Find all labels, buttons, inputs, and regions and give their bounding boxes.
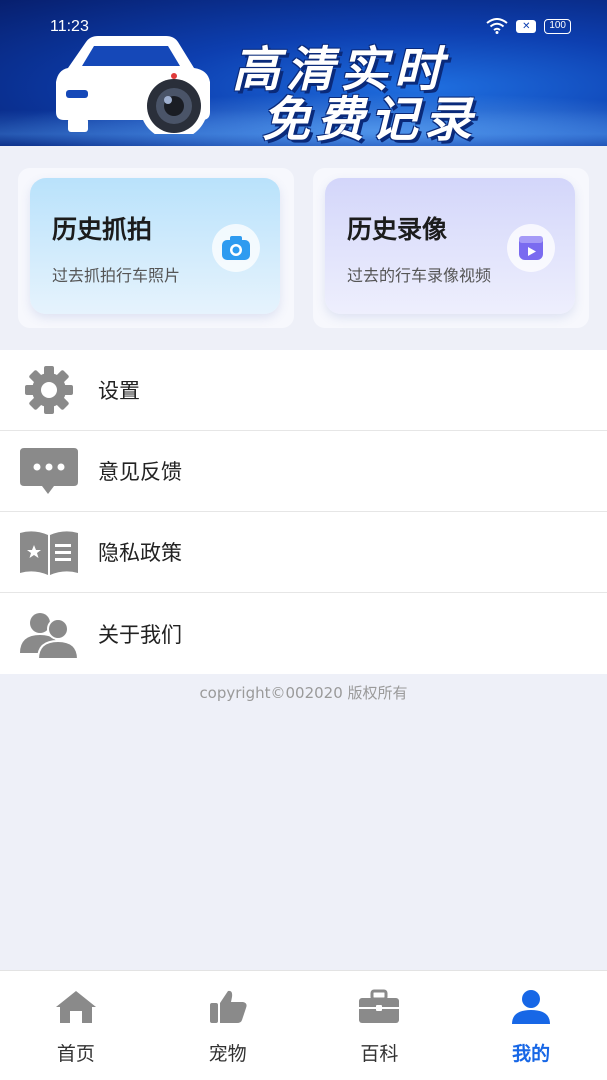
gear-icon <box>25 366 73 414</box>
camera-icon <box>222 236 250 260</box>
users-icon <box>20 612 80 659</box>
tab-label: 首页 <box>56 1043 95 1065</box>
menu-label: 关于我们 <box>98 622 182 647</box>
card-title: 历史抓拍 <box>52 215 153 244</box>
card-title: 历史录像 <box>347 215 448 244</box>
bottom-tab-bar: 首页 宠物 百科 我的 <box>0 970 607 1080</box>
person-icon <box>512 990 551 1024</box>
menu-item-about[interactable]: 关于我们 <box>0 593 607 674</box>
notification-icon: ✕ <box>516 19 537 33</box>
menu-label: 设置 <box>98 379 140 403</box>
book-icon <box>20 531 78 575</box>
history-video-card[interactable]: 历史录像 过去的行车录像视频 <box>325 178 575 314</box>
banner-headline-2: 免费记录 <box>262 92 479 146</box>
menu-item-feedback[interactable]: 意见反馈 <box>0 431 607 512</box>
card-subtitle: 过去的行车录像视频 <box>347 266 492 285</box>
tab-label: 我的 <box>512 1043 551 1065</box>
history-capture-card[interactable]: 历史抓拍 过去抓拍行车照片 <box>30 178 280 314</box>
tab-label: 宠物 <box>208 1043 247 1065</box>
menu-label: 隐私政策 <box>98 541 182 565</box>
tab-pets[interactable]: 宠物 <box>152 971 304 1080</box>
car-camera-logo <box>56 36 210 134</box>
copyright-text: copyright©002020 版权所有 <box>199 684 408 702</box>
home-icon <box>55 991 96 1023</box>
history-video-card-wrapper: 历史录像 过去的行车录像视频 <box>313 168 589 328</box>
settings-menu: 设置 意见反馈 隐私政策 关于我们 <box>0 350 607 674</box>
tab-encyclopedia[interactable]: 百科 <box>304 971 456 1080</box>
tab-home[interactable]: 首页 <box>0 971 152 1080</box>
tab-mine[interactable]: 我的 <box>455 971 607 1080</box>
tab-label: 百科 <box>360 1043 399 1065</box>
menu-item-privacy[interactable]: 隐私政策 <box>0 512 607 593</box>
wifi-icon <box>486 18 508 34</box>
card-subtitle: 过去抓拍行车照片 <box>52 266 181 285</box>
briefcase-icon <box>359 989 400 1023</box>
history-capture-card-wrapper: 历史抓拍 过去抓拍行车照片 <box>18 168 294 328</box>
menu-label: 意见反馈 <box>98 460 182 484</box>
menu-item-settings[interactable]: 设置 <box>0 350 607 431</box>
chat-bubble-icon <box>20 448 78 494</box>
top-banner: 11:23 ✕ 100 高清实时 免费记录 <box>0 0 607 146</box>
video-icon <box>519 236 543 260</box>
record-cards: 历史抓拍 过去抓拍行车照片 历史录像 过去的行车录像视频 <box>18 168 589 328</box>
status-icons: ✕ 100 <box>486 18 571 34</box>
battery-indicator: 100 <box>544 18 571 34</box>
thumbs-up-icon <box>209 990 247 1023</box>
